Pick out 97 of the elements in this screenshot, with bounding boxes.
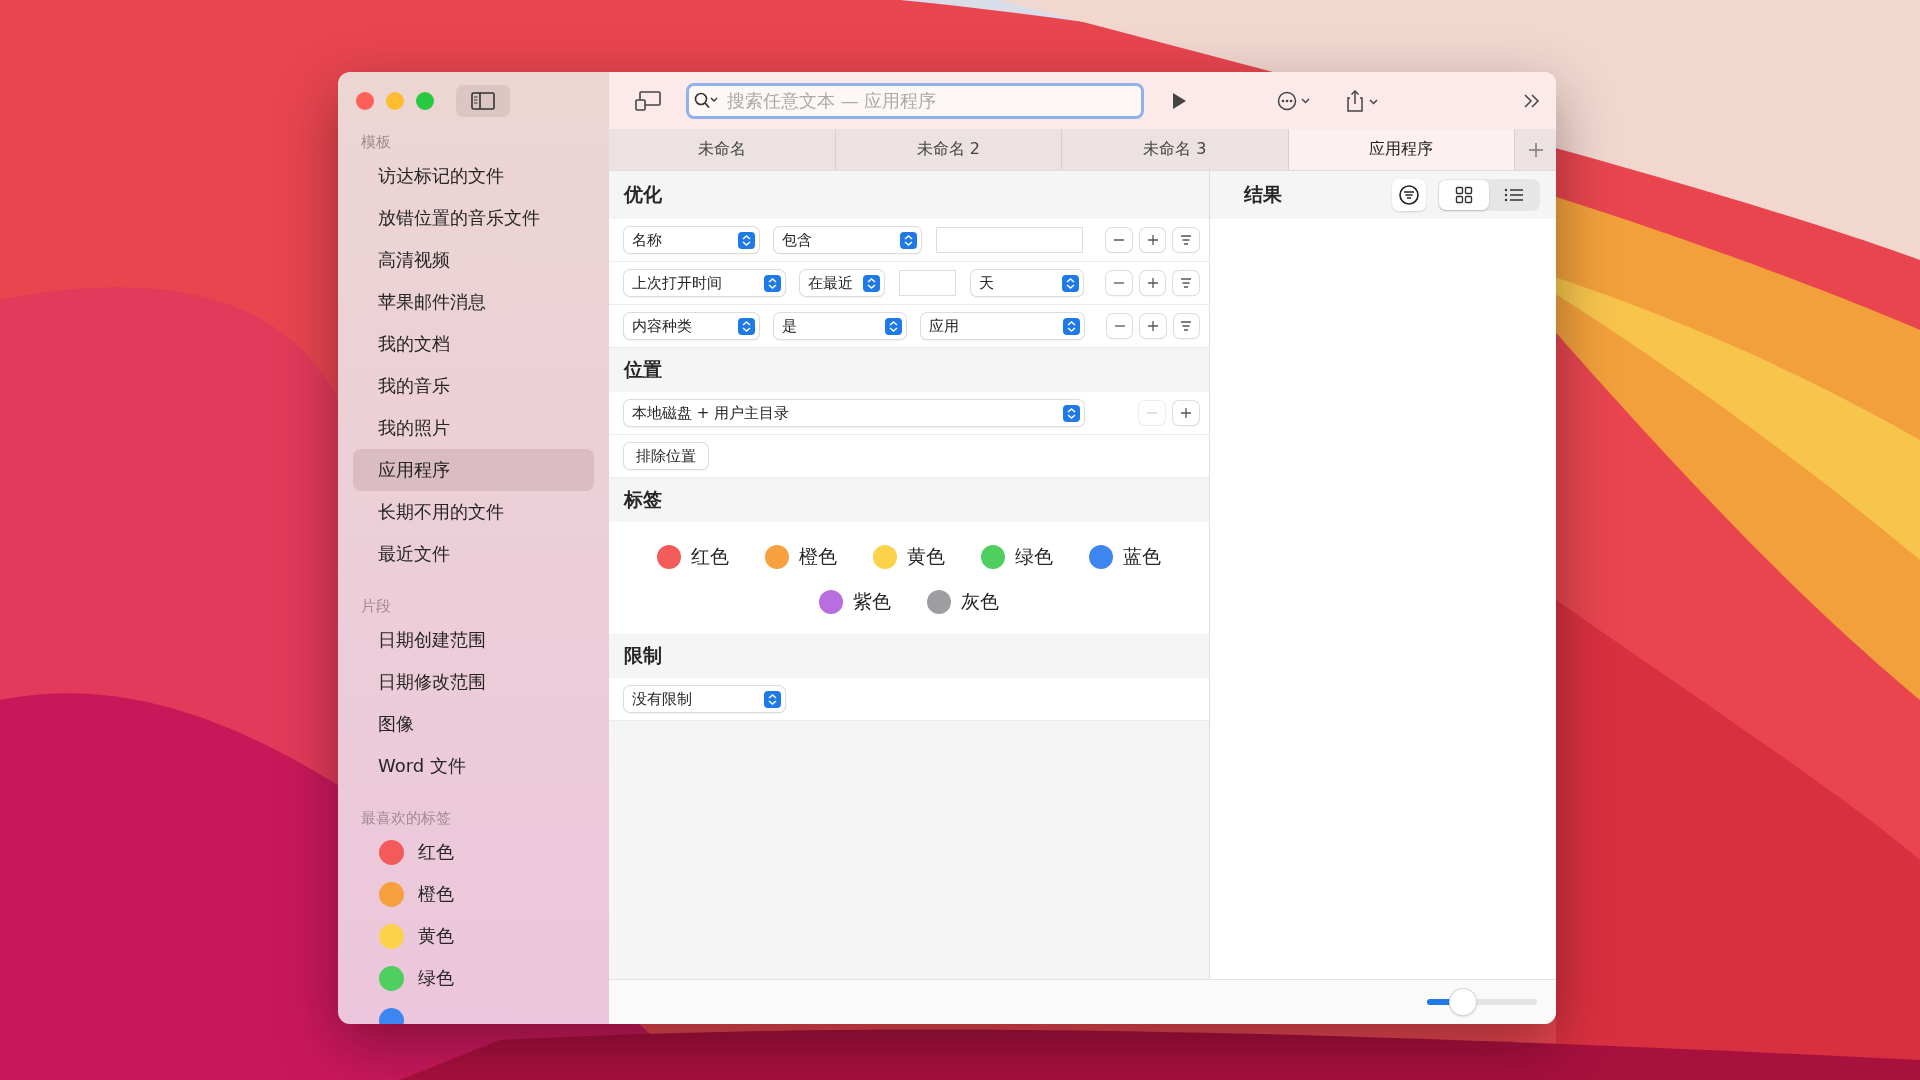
stepper-icon [1063, 317, 1080, 335]
tab[interactable]: 应用程序 [1288, 129, 1515, 170]
grid-icon [1455, 186, 1473, 204]
tag-label[interactable]: 黄色 [418, 924, 454, 948]
tag-label[interactable]: 灰色 [961, 589, 999, 615]
section-heading: 模板 [360, 132, 392, 153]
section-heading: 最喜欢的标签 [360, 808, 452, 829]
stepper-icon [764, 274, 781, 292]
stepper-icon [764, 690, 781, 708]
sidebar-item[interactable]: 访达标记的文件 [353, 155, 594, 197]
popup-button[interactable]: 在最近 [800, 270, 884, 296]
tag-label[interactable]: 红色 [418, 840, 454, 864]
input-field[interactable] [899, 270, 956, 296]
sidebar-item[interactable]: 高清视频 [353, 239, 594, 281]
plus-icon [1146, 234, 1159, 246]
add-button[interactable] [1173, 401, 1199, 425]
tag-dot[interactable] [379, 923, 404, 949]
tag-dot[interactable] [1089, 545, 1113, 569]
plus-icon [1147, 320, 1159, 332]
tag-dot[interactable] [379, 965, 404, 991]
add-button[interactable] [1139, 228, 1166, 252]
tag-label[interactable]: 橙色 [799, 544, 837, 570]
filter-icon [1398, 184, 1420, 206]
tag-label[interactable]: 绿色 [418, 966, 454, 990]
stepper-icon [863, 274, 880, 292]
play-icon[interactable] [1171, 91, 1187, 110]
window-icon[interactable] [634, 89, 662, 112]
add-button[interactable] [1139, 271, 1166, 295]
tab[interactable]: 未命名 3 [1062, 129, 1289, 170]
popup-button[interactable]: 包含 [774, 227, 921, 253]
tag-dot[interactable] [379, 839, 404, 865]
menu-icon [1180, 277, 1193, 289]
tag-dot[interactable] [657, 545, 681, 569]
popup-button[interactable]: 上次打开时间 [624, 270, 785, 296]
plus-icon [1146, 277, 1159, 289]
close-button[interactable] [356, 91, 374, 110]
stepper-icon [900, 231, 917, 249]
sidebar-item[interactable]: 放错位置的音乐文件 [353, 197, 594, 239]
popup-button[interactable]: 内容种类 [624, 313, 759, 339]
filter-button[interactable] [1392, 179, 1426, 211]
menu-icon [1180, 320, 1193, 332]
popup-button[interactable]: 名称 [624, 227, 759, 253]
menu-icon [1180, 234, 1193, 246]
options-button[interactable] [1173, 271, 1199, 295]
tag-dot[interactable] [873, 545, 897, 569]
stepper-icon [885, 317, 902, 335]
tag-label[interactable]: 紫色 [853, 589, 891, 615]
add-button[interactable] [1140, 314, 1166, 338]
sidebar-item[interactable]: 长期不用的文件 [353, 491, 594, 533]
tag-dot[interactable] [927, 590, 951, 614]
tag-label[interactable]: 黄色 [907, 544, 945, 570]
sidebar-item[interactable]: 我的文档 [353, 323, 594, 365]
stepper-icon [738, 317, 755, 335]
remove-button[interactable] [1107, 314, 1133, 338]
popup-button[interactable]: 是 [774, 313, 906, 339]
options-button[interactable] [1173, 314, 1199, 338]
stepper-icon [1062, 274, 1079, 292]
popup-button[interactable]: 没有限制 [624, 686, 785, 712]
sidebar-item[interactable]: Word 文件 [353, 745, 594, 787]
tag-label[interactable]: 橙色 [418, 882, 454, 906]
sidebar-item[interactable]: 日期修改范围 [353, 661, 594, 703]
list-icon [1504, 187, 1524, 203]
tag-label[interactable]: 蓝色 [1123, 544, 1161, 570]
plus-icon [1180, 407, 1192, 419]
options-button[interactable] [1173, 228, 1199, 252]
grid-view-button[interactable] [1439, 180, 1489, 210]
plus-icon [1527, 141, 1544, 158]
stepper-icon [738, 231, 755, 249]
tab[interactable]: 未命名 [609, 129, 836, 170]
input-field[interactable] [936, 227, 1083, 253]
tag-label[interactable]: 红色 [691, 544, 729, 570]
popup-button[interactable]: 应用 [921, 313, 1084, 339]
sidebar-item[interactable]: 我的音乐 [353, 365, 594, 407]
tag-dot[interactable] [819, 590, 843, 614]
section-heading: 片段 [360, 596, 392, 617]
sidebar-item[interactable]: 应用程序 [353, 449, 594, 491]
tag-dot[interactable] [379, 881, 404, 907]
remove-button[interactable] [1106, 271, 1132, 295]
results-heading: 结果 [1243, 182, 1282, 207]
tag-label[interactable]: 绿色 [1015, 544, 1053, 570]
search-field[interactable]: 搜索任意文本 — 应用程序 [686, 82, 1144, 119]
sidebar-toggle-icon[interactable] [456, 84, 510, 117]
sidebar-item[interactable]: 日期创建范围 [353, 619, 594, 661]
chevron-icon[interactable] [1522, 92, 1542, 109]
popup-button[interactable]: 天 [971, 270, 1083, 296]
tag-dot[interactable] [981, 545, 1005, 569]
tab[interactable]: 未命名 2 [835, 129, 1062, 170]
sidebar-item[interactable]: 苹果邮件消息 [353, 281, 594, 323]
exclude-location-button[interactable]: 排除位置 [624, 443, 708, 469]
remove-button[interactable] [1106, 228, 1132, 252]
tag-dot[interactable] [765, 545, 789, 569]
sidebar-item[interactable]: 图像 [353, 703, 594, 745]
search-icon[interactable] [694, 91, 720, 110]
sidebar-item[interactable]: 我的照片 [353, 407, 594, 449]
stepper-icon [1063, 404, 1080, 422]
popup-button[interactable]: 本地磁盘 + 用户主目录 [624, 400, 1084, 426]
sidebar-item[interactable]: 最近文件 [353, 533, 594, 575]
